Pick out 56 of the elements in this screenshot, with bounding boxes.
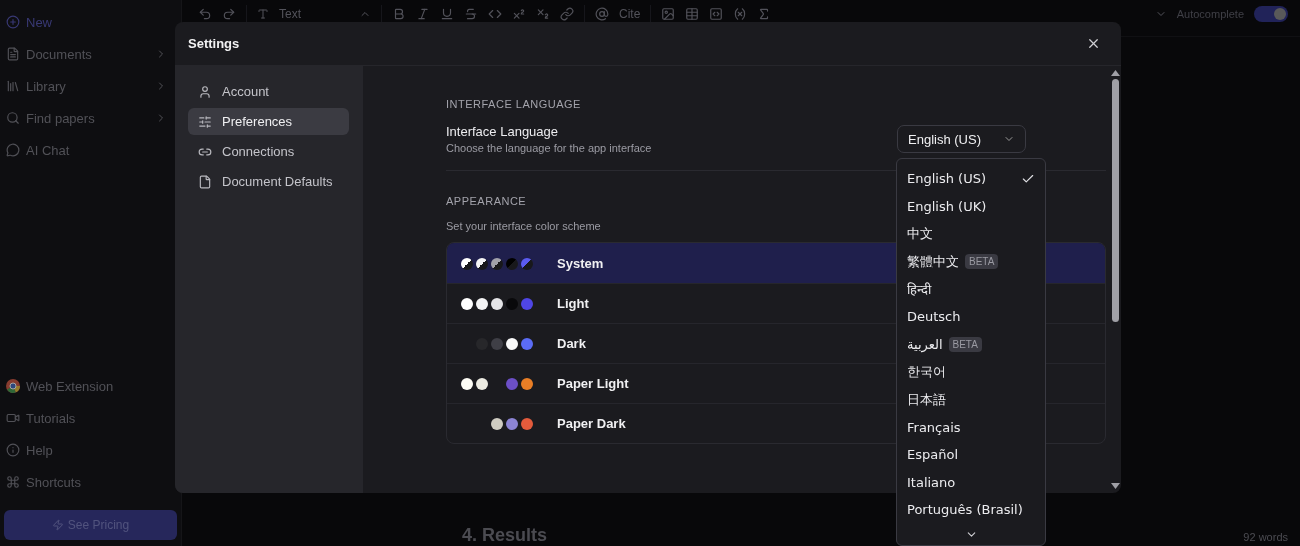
sidebar-icon: [6, 15, 20, 29]
browser-icon: [6, 379, 20, 393]
setting-label: Interface Language: [446, 124, 560, 139]
at-icon: [595, 7, 609, 21]
settings-tab[interactable]: Account: [188, 78, 349, 105]
section-title: APPEARANCE: [446, 195, 527, 207]
code-block-icon: [709, 7, 724, 21]
scroll-up-icon[interactable]: [1110, 70, 1120, 76]
language-option[interactable]: Français: [897, 413, 1045, 441]
language-option[interactable]: Español: [897, 440, 1045, 469]
redo-icon: [222, 7, 236, 21]
setting-description: Choose the language for the app interface: [446, 142, 652, 154]
sidebar-icon: [6, 111, 20, 125]
settings-tab[interactable]: Preferences: [188, 108, 349, 135]
footer-icon: [6, 443, 20, 457]
bold-icon: [392, 7, 406, 21]
language-option[interactable]: English (UK): [897, 192, 1045, 221]
autocomplete-label: Autocomplete: [1176, 8, 1244, 20]
footer-icon: [6, 475, 20, 489]
language-select[interactable]: English (US): [897, 125, 1026, 153]
section-heading: 4. Results: [462, 525, 548, 546]
lightning-icon: [51, 519, 64, 531]
sidebar-icon: [6, 79, 20, 93]
sliders-icon: [198, 114, 212, 129]
superscript-icon: [512, 7, 526, 21]
scroll-down-icon[interactable]: [1110, 483, 1120, 489]
language-option[interactable]: Português (Brasil): [897, 496, 1045, 524]
user-icon: [198, 84, 212, 99]
language-option[interactable]: Italiano: [897, 468, 1045, 497]
settings-tab[interactable]: Connections: [188, 138, 349, 165]
subscript-icon: [536, 7, 550, 21]
language-option[interactable]: 繁體中文 BETA: [897, 247, 1045, 276]
italic-icon: [416, 7, 430, 21]
underline-icon: [440, 7, 454, 21]
strikethrough-icon: [464, 7, 478, 21]
sidebar-icon: [6, 47, 20, 61]
sidebar-icon: [6, 143, 20, 157]
document-icon: [198, 174, 212, 189]
beta-badge: BETA: [965, 254, 999, 270]
beta-badge: BETA: [948, 336, 982, 352]
text-style-icon: [257, 8, 269, 20]
section-title: INTERFACE LANGUAGE: [446, 98, 581, 110]
link-icon: [560, 7, 574, 21]
undo-icon: [198, 7, 212, 21]
language-option[interactable]: English (US): [897, 165, 1045, 193]
code-icon: [488, 7, 502, 21]
table-icon: [685, 7, 700, 21]
autocomplete-toggle[interactable]: [1254, 6, 1288, 22]
variable-icon: [733, 7, 748, 21]
word-count: 92 words: [1243, 531, 1288, 543]
image-icon: [661, 7, 676, 21]
footer-icon: [6, 411, 20, 425]
setting-description: Set your interface color scheme: [446, 220, 601, 232]
settings-tab[interactable]: Document Defaults: [188, 168, 349, 195]
dialog-title: Settings: [188, 36, 240, 51]
close-icon[interactable]: [1086, 36, 1101, 51]
